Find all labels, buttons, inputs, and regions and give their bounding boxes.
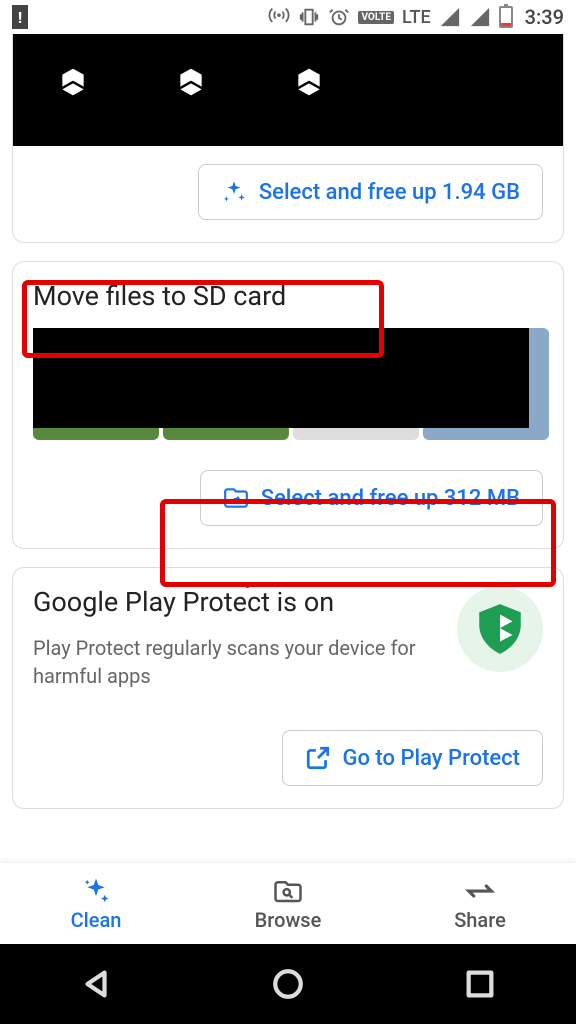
cleanup-card: Select and free up 1.94 GB — [12, 34, 564, 243]
play-protect-title: Google Play Protect is on — [33, 586, 433, 618]
tab-share[interactable]: Share — [384, 863, 576, 944]
vibrate-icon — [298, 6, 320, 28]
cleanup-thumb-strip[interactable] — [13, 34, 563, 146]
tab-clean[interactable]: Clean — [0, 863, 192, 944]
recent-button[interactable] — [463, 967, 497, 1001]
clock-time: 3:39 — [525, 5, 564, 29]
cleanup-button-label: Select and free up 1.94 GB — [259, 180, 520, 205]
scroll-content[interactable]: Select and free up 1.94 GB Move files to… — [0, 34, 576, 862]
move-sd-thumbs[interactable] — [33, 328, 543, 440]
cleanup-button[interactable]: Select and free up 1.94 GB — [198, 164, 543, 220]
sparkle-icon — [81, 876, 111, 906]
external-link-icon — [305, 745, 331, 771]
signal-icon-2 — [469, 6, 491, 28]
tab-browse[interactable]: Browse — [192, 863, 384, 944]
signal-icon-1 — [439, 6, 461, 28]
android-nav-bar — [0, 944, 576, 1024]
tab-browse-label: Browse — [255, 908, 322, 932]
redaction-overlay — [33, 328, 529, 428]
sparkle-icon — [221, 179, 247, 205]
swap-icon — [465, 876, 495, 906]
back-button[interactable] — [79, 967, 113, 1001]
app-thumb[interactable] — [279, 52, 343, 116]
shield-icon — [457, 586, 543, 672]
home-button[interactable] — [271, 967, 305, 1001]
alarm-icon — [328, 6, 350, 28]
status-bar: VOLTE LTE 3:39 — [0, 0, 576, 34]
folder-search-icon — [273, 876, 303, 906]
play-protect-subtitle: Play Protect regularly scans your device… — [33, 634, 433, 690]
alert-icon — [12, 5, 28, 29]
battery-icon — [499, 6, 513, 28]
move-sd-button-label: Select and free up 312 MB — [261, 486, 520, 511]
tab-share-label: Share — [454, 908, 506, 932]
app-thumb[interactable] — [43, 52, 107, 116]
tab-clean-label: Clean — [71, 908, 122, 932]
move-sd-card: Move files to SD card Select and free up… — [12, 261, 564, 549]
move-sd-title: Move files to SD card — [33, 280, 543, 312]
move-sd-button[interactable]: Select and free up 312 MB — [200, 470, 543, 526]
volte-badge: VOLTE — [358, 11, 394, 24]
play-protect-button-label: Go to Play Protect — [343, 746, 521, 771]
hotspot-icon — [268, 6, 290, 28]
move-folder-icon — [223, 485, 249, 511]
app-thumb[interactable] — [161, 52, 225, 116]
play-protect-card: Google Play Protect is on Play Protect r… — [12, 567, 564, 809]
lte-label: LTE — [402, 7, 431, 28]
bottom-tab-bar: Clean Browse Share — [0, 862, 576, 944]
play-protect-button[interactable]: Go to Play Protect — [282, 730, 544, 786]
